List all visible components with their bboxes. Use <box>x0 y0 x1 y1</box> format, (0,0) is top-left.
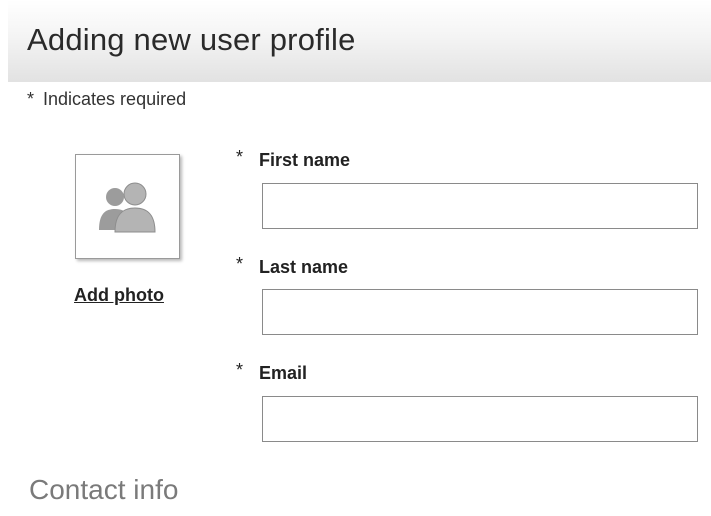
email-label-text: Email <box>259 363 308 383</box>
first-name-label: * First name <box>236 147 351 171</box>
first-name-label-text: First name <box>259 150 351 170</box>
email-input[interactable] <box>262 396 698 442</box>
last-name-label-text: Last name <box>259 257 349 277</box>
contact-info-heading: Contact info <box>29 474 179 505</box>
photo-placeholder[interactable] <box>75 154 180 259</box>
required-note: * Indicates required <box>27 89 186 110</box>
email-label: * Email <box>236 360 308 384</box>
last-name-input[interactable] <box>262 289 698 335</box>
first-name-input[interactable] <box>262 183 698 229</box>
required-marker: * <box>236 254 244 274</box>
last-name-label: * Last name <box>236 254 349 278</box>
users-placeholder-icon <box>99 182 156 233</box>
add-photo-link[interactable]: Add photo <box>74 285 164 306</box>
required-note-text: Indicates required <box>43 89 187 109</box>
required-marker: * <box>236 147 244 167</box>
user-profile-page: Adding new user profile * Indicates requi… <box>0 0 711 516</box>
required-marker: * <box>27 89 35 109</box>
page-header: Adding new user profile <box>8 0 711 82</box>
page-title: Adding new user profile <box>27 22 356 57</box>
required-marker: * <box>236 360 244 380</box>
